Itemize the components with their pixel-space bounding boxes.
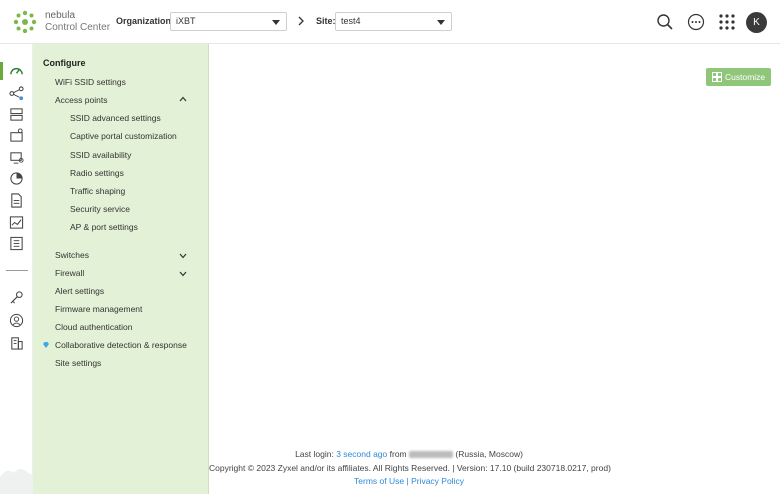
menu-item-captive-portal-customization[interactable]: Captive portal customization xyxy=(70,131,177,141)
last-login-label: Last login: xyxy=(295,449,334,459)
menu-item-security-service[interactable]: Security service xyxy=(70,204,130,214)
copyright-text: Copyright © 2023 Zyxel and/or its affili… xyxy=(209,463,611,473)
cloud-decoration-icon xyxy=(0,469,33,494)
menu-item-alert-settings[interactable]: Alert settings xyxy=(55,286,104,296)
from-label: from xyxy=(389,449,407,459)
access-point-icon[interactable] xyxy=(9,128,24,143)
chevron-down-icon[interactable] xyxy=(179,253,187,259)
privacy-policy-link[interactable]: Privacy Policy xyxy=(411,476,464,486)
topology-icon[interactable] xyxy=(9,86,24,101)
rail-divider xyxy=(6,270,28,271)
dashboard-gauge-icon[interactable] xyxy=(9,63,24,78)
top-header: nebula Control Center Organization: iXBT… xyxy=(0,0,780,44)
customize-grid-icon xyxy=(712,72,722,82)
chevron-down-icon[interactable] xyxy=(179,271,187,277)
menu-item-wifi-ssid-settings[interactable]: WiFi SSID settings xyxy=(55,77,126,87)
chevron-right-icon xyxy=(298,16,304,26)
menu-item-site-settings[interactable]: Site settings xyxy=(55,358,101,368)
brand-line1: nebula xyxy=(45,10,76,21)
caret-down-icon xyxy=(272,20,280,25)
configure-menu: Configure WiFi SSID settings Access poin… xyxy=(33,44,209,494)
devices-stack-icon[interactable] xyxy=(9,107,24,122)
legal-separator: | xyxy=(406,476,409,486)
site-label: Site: xyxy=(316,16,336,26)
terms-of-use-link[interactable]: Terms of Use xyxy=(354,476,404,486)
menu-item-access-points[interactable]: Access points xyxy=(55,95,107,105)
menu-item-ap-port-settings[interactable]: AP & port settings xyxy=(70,222,138,232)
last-login-link[interactable]: 3 second ago xyxy=(336,449,387,459)
building-icon[interactable] xyxy=(9,335,24,350)
customize-label: Customize xyxy=(725,72,766,82)
diamond-icon xyxy=(43,342,49,348)
more-options-icon[interactable] xyxy=(686,12,706,32)
organization-value: iXBT xyxy=(176,16,196,26)
customize-button[interactable]: Customize xyxy=(706,68,771,86)
chevron-up-icon[interactable] xyxy=(179,96,187,102)
user-avatar[interactable]: K xyxy=(746,12,767,33)
organization-select[interactable]: iXBT xyxy=(170,12,287,31)
report-document-icon[interactable] xyxy=(9,193,24,208)
pie-chart-icon[interactable] xyxy=(9,171,24,186)
menu-item-traffic-shaping[interactable]: Traffic shaping xyxy=(70,186,125,196)
legal-links-row: Terms of Use | Privacy Policy xyxy=(209,476,609,486)
caret-down-icon xyxy=(437,20,445,25)
redacted-ip xyxy=(409,451,453,459)
last-login-row: Last login: 3 second ago from (Russia, M… xyxy=(209,449,609,459)
menu-item-ssid-advanced-settings[interactable]: SSID advanced settings xyxy=(70,113,161,123)
menu-heading-configure: Configure xyxy=(43,58,86,68)
menu-item-firmware-management[interactable]: Firmware management xyxy=(55,304,142,314)
brand-line2: Control Center xyxy=(45,22,111,33)
menu-item-collaborative-detection-response[interactable]: Collaborative detection & response xyxy=(55,340,187,350)
monitor-icon[interactable] xyxy=(9,150,24,165)
key-icon[interactable] xyxy=(9,290,24,305)
organization-label: Organization: xyxy=(116,16,174,26)
apps-grid-icon[interactable] xyxy=(717,12,737,32)
menu-item-firewall[interactable]: Firewall xyxy=(55,268,84,278)
menu-item-cloud-authentication[interactable]: Cloud authentication xyxy=(55,322,133,332)
site-select[interactable]: test4 xyxy=(335,12,452,31)
site-value: test4 xyxy=(341,16,361,26)
line-chart-icon[interactable] xyxy=(9,215,24,230)
brand-name: nebula Control Center xyxy=(45,10,110,34)
search-icon[interactable] xyxy=(655,12,675,32)
login-location: (Russia, Moscow) xyxy=(455,449,523,459)
checklist-icon[interactable] xyxy=(9,236,24,251)
icon-rail xyxy=(0,44,33,494)
nebula-logo-icon[interactable] xyxy=(12,9,38,35)
menu-item-ssid-availability[interactable]: SSID availability xyxy=(70,150,131,160)
menu-item-switches[interactable]: Switches xyxy=(55,250,89,260)
user-circle-icon[interactable] xyxy=(9,313,24,328)
active-indicator xyxy=(0,62,3,80)
menu-item-radio-settings[interactable]: Radio settings xyxy=(70,168,124,178)
